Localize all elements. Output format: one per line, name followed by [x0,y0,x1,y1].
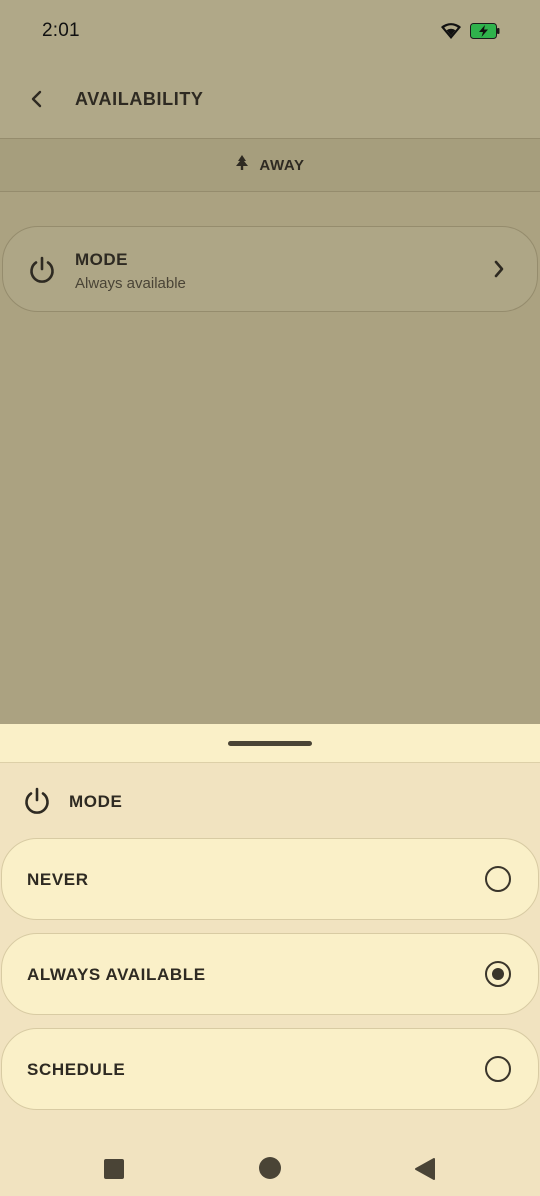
option-never[interactable]: NEVER [1,838,539,920]
chevron-left-icon [30,90,44,113]
back-button[interactable] [22,86,52,116]
system-nav-bar [0,1140,540,1196]
mode-card-subtitle: Always available [75,275,186,292]
home-icon[interactable] [259,1157,281,1179]
battery-charging-icon [470,23,500,44]
status-icons [440,22,500,45]
radio-selected[interactable] [485,961,511,987]
radio-unselected[interactable] [485,1056,511,1082]
mode-bottom-sheet: MODE NEVER ALWAYS AVAILABLE SCHEDULE [0,724,540,1196]
option-label: ALWAYS AVAILABLE [27,965,206,984]
drag-handle[interactable] [228,741,312,746]
away-label: AWAY [259,156,305,174]
mode-card-title: MODE [75,250,128,269]
mode-card[interactable]: MODE Always available [2,226,538,312]
sheet-drag-area[interactable] [0,724,540,763]
away-status-bar[interactable]: AWAY [0,139,540,192]
radio-unselected[interactable] [485,866,511,892]
recents-icon[interactable] [104,1159,124,1179]
power-icon [27,255,57,290]
option-schedule[interactable]: SCHEDULE [1,1028,539,1110]
power-icon [22,786,52,821]
tree-icon [235,154,249,176]
back-icon[interactable] [414,1157,436,1186]
status-time: 2:01 [42,20,80,41]
app-bar: AVAILABILITY [0,62,540,139]
option-label: SCHEDULE [27,1060,126,1079]
status-bar: 2:01 [0,0,540,62]
chevron-right-icon [493,260,505,283]
radio-dot [492,968,504,980]
wifi-icon [440,22,462,45]
option-always-available[interactable]: ALWAYS AVAILABLE [1,933,539,1015]
sheet-header: MODE [0,786,540,818]
sheet-title: MODE [69,792,123,811]
option-label: NEVER [27,870,89,889]
page-title: AVAILABILITY [75,89,204,109]
